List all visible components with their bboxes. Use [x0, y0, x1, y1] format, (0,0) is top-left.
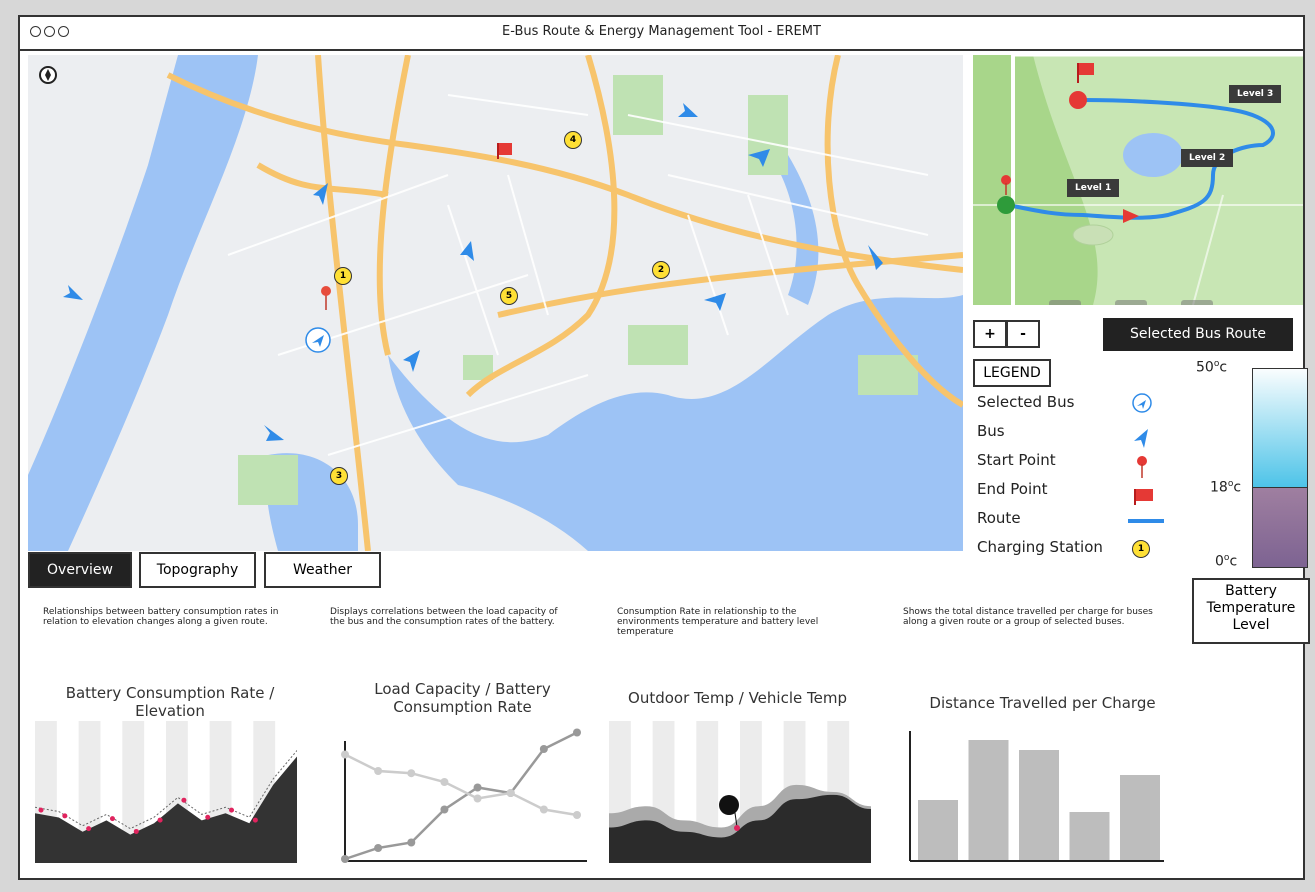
series-point — [407, 838, 416, 847]
chart-3-title: Outdoor Temp / Vehicle Temp — [628, 689, 847, 707]
charging-station-5[interactable]: 5 — [500, 287, 518, 305]
legend-label-start-point: Start Point — [977, 451, 1056, 469]
zoom-out-button[interactable]: - — [1006, 320, 1040, 348]
chart-1-title: Battery Consumption Rate / Elevation — [65, 684, 275, 720]
start-point-icon — [321, 286, 331, 310]
tab-weather[interactable]: Weather — [264, 552, 381, 588]
legend-label-bus: Bus — [977, 422, 1005, 440]
legend-label-route: Route — [977, 509, 1021, 527]
consumption-point — [133, 828, 139, 834]
title-bar: E-Bus Route & Energy Management Tool - E… — [20, 17, 1303, 51]
series-point — [341, 750, 349, 759]
end-point-icon — [497, 143, 512, 159]
legend-start-point-icon — [1137, 456, 1147, 478]
chart-distance — [909, 731, 1164, 862]
series-point — [573, 728, 581, 737]
consumption-point — [62, 813, 68, 819]
bus-icon — [264, 425, 284, 441]
series-point — [539, 745, 548, 753]
selected-bus-route-button[interactable]: Selected Bus Route — [1103, 318, 1293, 351]
chart-elevation — [35, 721, 297, 863]
legend-bus-icon — [1134, 429, 1148, 448]
bus-icon — [460, 241, 474, 261]
level-2-tag: Level 2 — [1181, 149, 1234, 167]
distance-bar — [918, 800, 958, 860]
bus-icon — [678, 103, 698, 117]
bus-icon — [403, 350, 420, 372]
distance-bar — [968, 740, 1009, 860]
charging-station-3[interactable]: 3 — [330, 467, 348, 485]
series-point — [374, 767, 383, 775]
main-map[interactable]: 1 2 3 4 5 — [28, 55, 963, 551]
bus-icon — [748, 149, 770, 167]
selected-bus-icon — [305, 327, 331, 353]
consumption-point — [86, 826, 92, 832]
chart-4-title: Distance Travelled per Charge — [929, 694, 1156, 712]
consumption-point — [181, 797, 187, 803]
highlight-marker — [719, 795, 739, 815]
series-point — [506, 789, 515, 797]
bus-icon — [704, 293, 726, 311]
consumption-point — [229, 807, 235, 813]
level-1-tag: Level 1 — [1067, 179, 1120, 197]
legend-label-selected-bus: Selected Bus — [977, 393, 1075, 411]
app-window: E-Bus Route & Energy Management Tool - E… — [18, 15, 1310, 880]
level-3-tag: Level 3 — [1229, 85, 1282, 103]
share-button[interactable] — [1181, 300, 1213, 305]
charging-station-4[interactable]: 4 — [564, 131, 582, 149]
battery-temperature-label: Battery Temperature Level — [1192, 578, 1310, 644]
charging-station-2[interactable]: 2 — [652, 261, 670, 279]
route-mini-map[interactable]: Level 1 Level 2 Level 3 — [973, 55, 1303, 305]
navigate-button[interactable] — [1115, 300, 1147, 305]
legend-label-charging-station: Charging Station — [977, 538, 1103, 556]
distance-bar — [1120, 775, 1160, 860]
series-point — [539, 805, 548, 814]
eye-button[interactable] — [1049, 300, 1081, 305]
bus-icon — [63, 285, 83, 300]
bus-icon — [313, 183, 328, 205]
chart-3-description: Consumption Rate in relationship to the … — [617, 607, 819, 637]
chart-load-capacity — [341, 728, 587, 863]
charging-station-1[interactable]: 1 — [334, 267, 352, 285]
temp-mid-label: 18oc — [1210, 479, 1242, 496]
chart-2-description: Displays correlations between the load c… — [330, 607, 558, 627]
consumption-point — [252, 817, 258, 823]
bus-icon — [868, 245, 883, 270]
tab-overview[interactable]: Overview — [28, 552, 132, 588]
series-point — [341, 855, 349, 863]
series-point — [374, 844, 383, 852]
temp-max-label: 50oc — [1196, 359, 1228, 376]
consumption-point — [109, 816, 115, 822]
chart-1-description: Relationships between battery consumptio… — [43, 607, 279, 627]
distance-bar — [1069, 812, 1110, 860]
window-title: E-Bus Route & Energy Management Tool - E… — [502, 24, 821, 39]
legend-label-end-point: End Point — [977, 480, 1048, 498]
series-point — [473, 794, 482, 803]
distance-bar — [1019, 750, 1059, 860]
legend-end-point-icon — [1134, 489, 1153, 505]
series-point — [440, 778, 449, 786]
chart-2-title: Load Capacity / Battery Consumption Rate — [374, 680, 551, 716]
consumption-point — [38, 807, 44, 813]
legend-selected-bus-icon — [1132, 393, 1152, 413]
series-point — [407, 769, 416, 778]
temp-min-label: 0oc — [1215, 553, 1238, 570]
chart-temperature — [609, 721, 871, 863]
consumption-point — [157, 817, 163, 823]
tab-topography[interactable]: Topography — [139, 552, 256, 588]
series-point — [573, 811, 581, 819]
series-point — [473, 783, 482, 792]
series-point — [440, 805, 449, 814]
consumption-point — [205, 814, 211, 820]
legend-charging-station-icon: 1 — [1132, 540, 1150, 558]
chart-4-description: Shows the total distance travelled per c… — [903, 607, 1153, 627]
highlight-point — [734, 825, 740, 831]
temperature-gauge — [1252, 368, 1308, 568]
legend-title: LEGEND — [973, 359, 1051, 387]
zoom-in-button[interactable]: + — [973, 320, 1007, 348]
